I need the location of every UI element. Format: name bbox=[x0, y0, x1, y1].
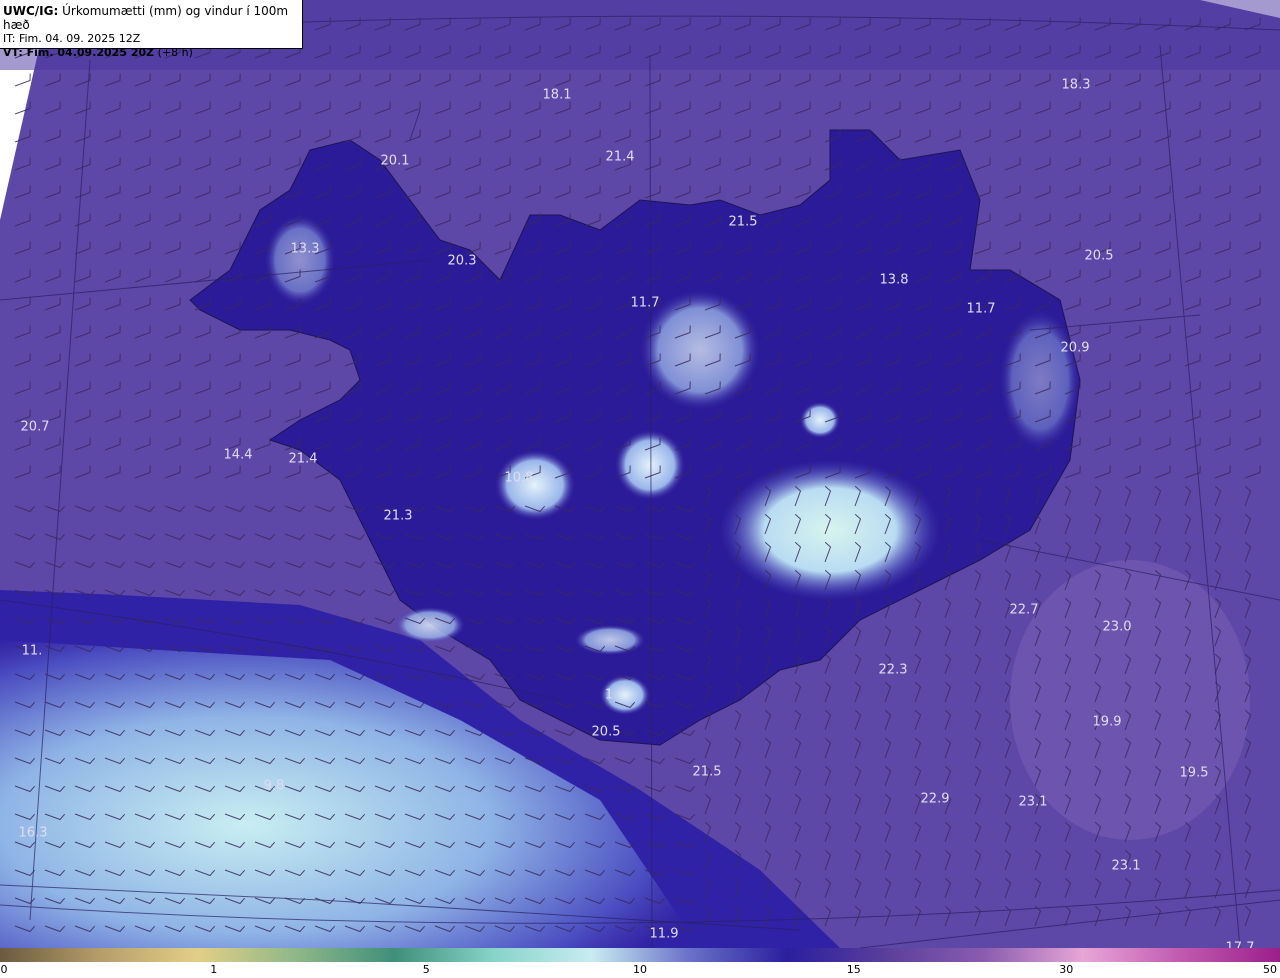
value-label: 21.4 bbox=[288, 451, 318, 467]
value-label: 23.1 bbox=[1018, 794, 1048, 810]
value-label: 20.9 bbox=[1060, 340, 1090, 356]
value-label: 20.1 bbox=[380, 153, 410, 169]
value-label: 14.4 bbox=[223, 447, 253, 463]
value-label: 19.9 bbox=[1092, 714, 1122, 730]
valid-time: VT: Fim. 04.09.2025 20Z bbox=[3, 46, 155, 59]
value-label: 13.8 bbox=[879, 272, 909, 288]
model-name: UWC/IG: bbox=[3, 4, 59, 18]
lead-time: (+8 h) bbox=[157, 46, 193, 59]
colorbar-tick-label: 1 bbox=[210, 963, 218, 976]
value-label: 21.5 bbox=[728, 214, 758, 230]
colorbar-tick-label: 15 bbox=[846, 963, 861, 976]
colorbar-tick-label: 30 bbox=[1059, 963, 1074, 976]
value-label: 18.1 bbox=[542, 87, 572, 103]
value-label: 22.3 bbox=[878, 662, 908, 678]
colorbar bbox=[0, 948, 1280, 962]
value-label: 1 bbox=[604, 687, 614, 703]
colorbar-tick-label: 10 bbox=[633, 963, 647, 976]
value-label: 20.7 bbox=[20, 419, 50, 435]
value-label: 11.7 bbox=[630, 295, 660, 311]
value-label: 23.0 bbox=[1102, 619, 1132, 635]
value-label: 16.3 bbox=[18, 825, 48, 841]
value-label: 9.8 bbox=[263, 778, 285, 794]
value-label: 23.1 bbox=[1111, 858, 1141, 874]
value-label: 20.3 bbox=[447, 253, 477, 269]
value-label: 21.3 bbox=[383, 508, 413, 524]
value-label: 20.5 bbox=[591, 724, 621, 740]
value-label: 13.3 bbox=[290, 241, 320, 257]
colorbar-tick-label: 5 bbox=[422, 963, 430, 976]
colorbar-tick-label: 50 bbox=[1263, 963, 1277, 976]
value-label: 21.4 bbox=[605, 149, 635, 165]
value-label: 22.9 bbox=[920, 791, 950, 807]
precipitation-wind-map bbox=[0, 0, 1280, 948]
value-label: 11.7 bbox=[966, 301, 996, 317]
map-header: UWC/IG: Úrkomumætti (mm) og vindur í 100… bbox=[0, 0, 303, 59]
value-label: 20.5 bbox=[1084, 248, 1114, 264]
value-label: 18.3 bbox=[1061, 77, 1091, 93]
init-time: IT: Fim. 04. 09. 2025 12Z bbox=[3, 32, 141, 45]
value-label: 10.8 bbox=[504, 470, 534, 486]
colorbar-tick-label: 0 bbox=[0, 963, 8, 976]
value-label: 21.5 bbox=[692, 764, 722, 780]
value-label: 22.7 bbox=[1009, 602, 1039, 618]
value-label: 19.5 bbox=[1179, 765, 1209, 781]
value-label: 11.9 bbox=[649, 926, 679, 942]
value-label: 11. bbox=[21, 643, 43, 659]
